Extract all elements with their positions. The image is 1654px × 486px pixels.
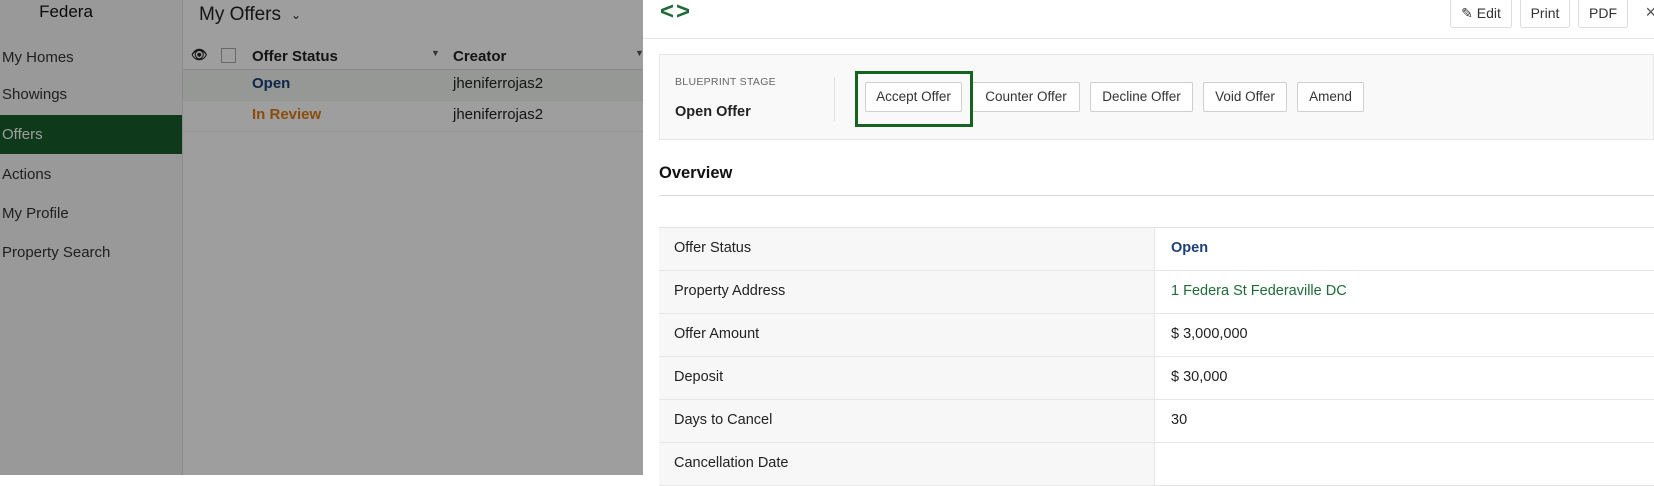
field-label: Offer Status <box>674 240 752 256</box>
panel-toolbar: <> ✎ Edit Print PDF × <box>643 0 1654 39</box>
blueprint-stage: BLUEPRINT STAGE Open Offer Accept Offer … <box>659 54 1654 140</box>
overview-title: Overview <box>659 164 733 182</box>
print-button[interactable]: Print <box>1520 0 1570 28</box>
pencil-icon: ✎ <box>1461 5 1477 21</box>
counter-offer-button[interactable]: Counter Offer <box>972 82 1080 112</box>
edit-button[interactable]: ✎ Edit <box>1450 0 1512 28</box>
table-row: Days to Cancel 30 <box>659 400 1654 443</box>
field-label: Property Address <box>674 283 786 299</box>
field-label-cell: Deposit <box>659 357 1155 399</box>
field-value-offer-amount: $ 3,000,000 <box>1171 326 1248 342</box>
table-row: Offer Amount $ 3,000,000 <box>659 314 1654 357</box>
property-address-link[interactable]: 1 Federa St Federaville DC <box>1171 283 1347 299</box>
field-label: Deposit <box>674 369 724 385</box>
field-label-cell: Offer Status <box>659 228 1155 270</box>
field-value-offer-status: Open <box>1171 240 1209 256</box>
divider <box>834 77 835 121</box>
edit-label: Edit <box>1476 5 1501 21</box>
close-icon[interactable]: × <box>1645 2 1654 23</box>
field-label: Offer Amount <box>674 326 760 342</box>
table-row: Property Address 1 Federa St Federaville… <box>659 271 1654 314</box>
amend-button[interactable]: Amend <box>1297 82 1364 112</box>
pdf-button[interactable]: PDF <box>1578 0 1628 28</box>
field-label-cell: Property Address <box>659 271 1155 313</box>
field-label-cell: Days to Cancel <box>659 400 1155 442</box>
table-row: Offer Status Open <box>659 228 1654 271</box>
modal-backdrop[interactable] <box>0 0 643 475</box>
prev-next-arrows-icon[interactable]: <> <box>660 0 692 26</box>
overview-table: Offer Status Open Property Address 1 Fed… <box>659 227 1654 486</box>
field-value-deposit: $ 30,000 <box>1171 369 1228 385</box>
table-row: Cancellation Date <box>659 443 1654 486</box>
field-label: Cancellation Date <box>674 455 789 471</box>
highlight-box <box>855 71 973 127</box>
blueprint-stage-value: Open Offer <box>675 104 751 120</box>
table-row: Deposit $ 30,000 <box>659 357 1654 400</box>
field-value-days-to-cancel: 30 <box>1171 412 1188 428</box>
blueprint-stage-label: BLUEPRINT STAGE <box>675 76 776 88</box>
field-label: Days to Cancel <box>674 412 773 428</box>
field-label-cell: Cancellation Date <box>659 443 1155 485</box>
field-label-cell: Offer Amount <box>659 314 1155 356</box>
void-offer-button[interactable]: Void Offer <box>1203 82 1287 112</box>
decline-offer-button[interactable]: Decline Offer <box>1090 82 1193 112</box>
divider <box>659 195 1654 196</box>
offer-detail-panel: <> ✎ Edit Print PDF × BLUEPRINT STAGE Op… <box>643 0 1654 486</box>
